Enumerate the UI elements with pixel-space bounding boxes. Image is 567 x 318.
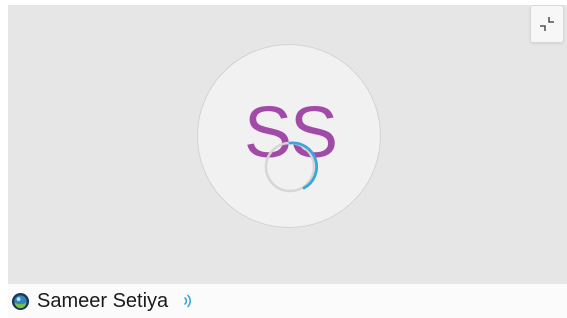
participant-name: Sameer Setiya xyxy=(37,289,169,312)
video-tile: SS Sameer Setiya xyxy=(0,0,567,318)
collapse-button[interactable] xyxy=(530,5,564,43)
avatar-initials: SS xyxy=(243,93,338,173)
status-orb-icon xyxy=(11,292,30,310)
loading-spinner-icon xyxy=(264,141,318,193)
avatar: SS xyxy=(197,44,381,228)
participant-bar: Sameer Setiya xyxy=(8,284,567,318)
collapse-arrows-icon xyxy=(540,17,554,31)
audio-indicator-icon xyxy=(184,294,192,308)
